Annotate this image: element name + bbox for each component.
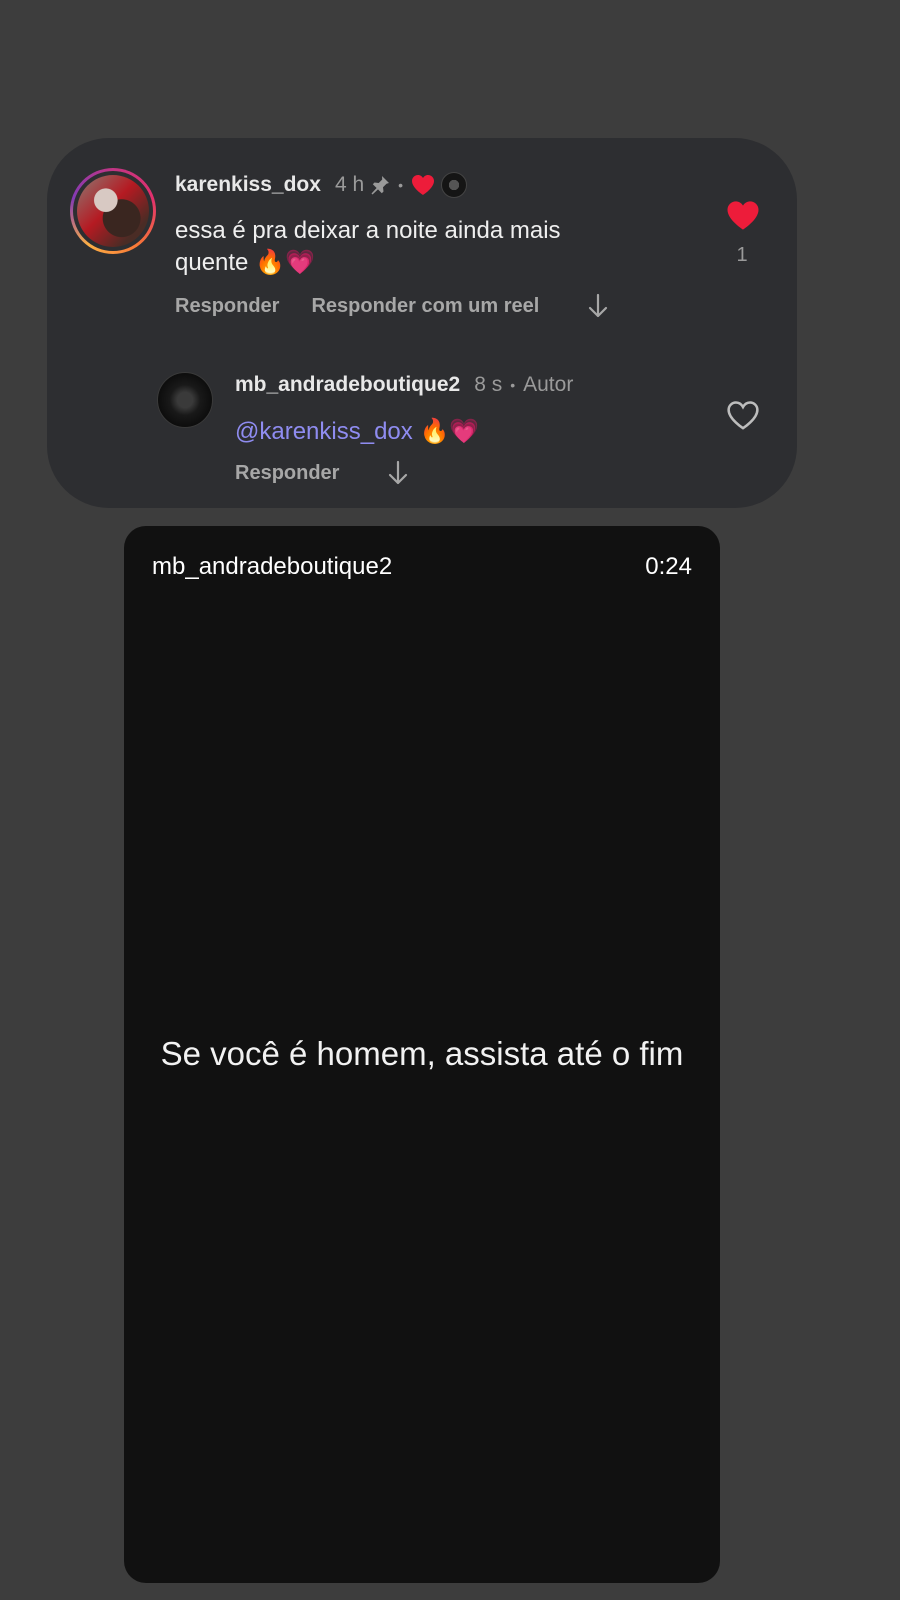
- comment-username[interactable]: karenkiss_dox: [175, 173, 321, 197]
- reply-header: mb_andradeboutique2 8 s • Autor: [235, 373, 573, 397]
- separator-dot: •: [510, 377, 516, 393]
- reply-with-reel-button[interactable]: Responder com um reel: [311, 295, 539, 318]
- reply-button[interactable]: Responder: [175, 295, 279, 318]
- creator-liked-heart-icon: [411, 174, 435, 196]
- comment-header: karenkiss_dox 4 h •: [175, 172, 468, 198]
- mention-link[interactable]: @karenkiss_dox: [235, 418, 413, 445]
- author-avatar-icon: [441, 172, 468, 198]
- separator-dot: •: [398, 177, 404, 193]
- reply-text: @karenkiss_dox 🔥💗: [235, 417, 479, 446]
- arrow-down-icon[interactable]: [587, 293, 609, 319]
- commenter-avatar[interactable]: [70, 168, 156, 254]
- comment-time: 4 h: [334, 173, 365, 196]
- avatar-photo: [77, 175, 149, 247]
- arrow-down-icon[interactable]: [387, 460, 409, 486]
- reply-actions: Responder: [235, 460, 409, 486]
- comment-text: essa é pra deixar a noite ainda mais que…: [175, 217, 561, 276]
- like-heart-icon[interactable]: [726, 200, 760, 236]
- screen: karenkiss_dox 4 h • essa é pra deixar a …: [0, 0, 900, 1600]
- like-count: 1: [736, 244, 748, 266]
- video-duration: 0:24: [645, 553, 692, 580]
- comment-actions: Responder Responder com um reel: [175, 293, 609, 319]
- video-caption: Se você é homem, assista até o fim: [160, 1035, 684, 1072]
- pin-icon: [368, 173, 392, 197]
- author-badge: Autor: [523, 373, 574, 396]
- reply-avatar[interactable]: [157, 372, 213, 428]
- reply-button[interactable]: Responder: [235, 462, 339, 485]
- reply-emojis: 🔥💗: [419, 418, 480, 445]
- reply-username[interactable]: mb_andradeboutique2: [235, 373, 460, 397]
- video-author[interactable]: mb_andradeboutique2: [152, 553, 392, 581]
- like-outline-heart-icon[interactable]: [726, 400, 760, 436]
- reply-time: 8 s: [474, 373, 503, 396]
